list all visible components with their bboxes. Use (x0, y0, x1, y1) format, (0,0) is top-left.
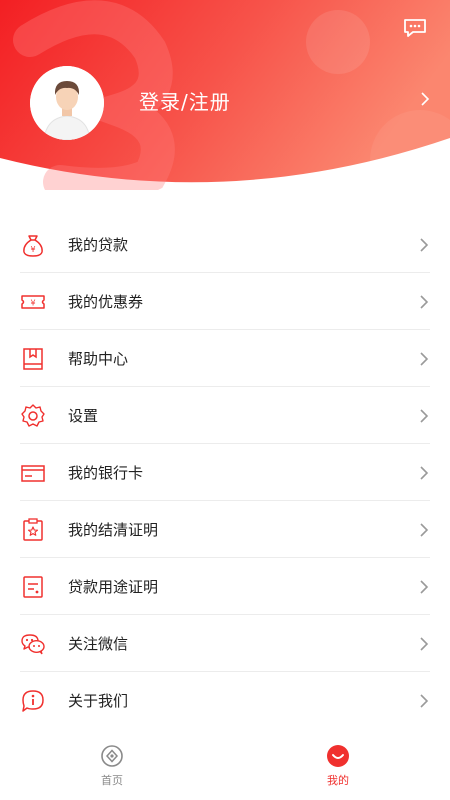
menu-item-follow-wechat[interactable]: 关注微信 (0, 615, 450, 672)
money-bag-icon: ¥ (23, 235, 43, 257)
smile-icon (327, 745, 349, 767)
chevron-right-icon (420, 409, 429, 423)
menu-item-settings[interactable]: 设置 (0, 387, 450, 444)
chevron-right-icon (420, 694, 429, 708)
chevron-right-icon (420, 352, 429, 366)
coupon-icon: ¥ (21, 295, 45, 309)
chat-bubble-icon (404, 19, 426, 37)
gear-icon (21, 404, 45, 427)
menu-item-my-coupons[interactable]: ¥ 我的优惠券 (0, 273, 450, 330)
chevron-right-icon (420, 295, 429, 309)
menu-item-about-us[interactable]: 关于我们 (0, 672, 450, 729)
menu-item-label: 我的贷款 (68, 236, 129, 254)
wechat-icon (21, 634, 45, 655)
avatar[interactable] (30, 66, 104, 140)
tab-home[interactable]: 首页 (72, 744, 152, 796)
menu-item-label: 我的优惠券 (68, 293, 144, 311)
menu-item-label: 关于我们 (68, 692, 129, 710)
default-avatar-icon (30, 66, 104, 140)
menu-item-label: 我的结清证明 (68, 521, 159, 539)
chevron-right-icon[interactable] (418, 90, 432, 108)
menu-item-label: 帮助中心 (68, 350, 129, 368)
info-icon (22, 690, 44, 712)
chevron-right-icon (420, 637, 429, 651)
message-button[interactable] (402, 16, 428, 40)
svg-text:¥: ¥ (30, 299, 35, 308)
menu-item-settlement-proof[interactable]: 我的结清证明 (0, 501, 450, 558)
chevron-right-icon (420, 238, 429, 252)
menu-list: ¥ 我的贷款 ¥ 我的优惠券 帮助中心 设置 我的银行卡 我的结清证明 贷款用途… (0, 216, 450, 729)
tab-mine[interactable]: 我的 (298, 744, 378, 796)
tab-mine-label: 我的 (327, 774, 349, 787)
svg-text:¥: ¥ (30, 245, 35, 254)
login-register-link[interactable]: 登录/注册 (139, 86, 231, 115)
home-icon (101, 745, 123, 767)
chevron-right-icon (420, 523, 429, 537)
menu-item-bank-cards[interactable]: 我的银行卡 (0, 444, 450, 501)
menu-item-label: 贷款用途证明 (68, 578, 159, 596)
menu-item-my-loans[interactable]: ¥ 我的贷款 (0, 216, 450, 273)
tab-home-label: 首页 (101, 774, 123, 787)
chevron-right-icon (420, 466, 429, 480)
help-book-icon (23, 348, 43, 370)
settlement-certificate-icon (23, 518, 43, 541)
bank-card-icon (21, 465, 45, 482)
profile-header: 登录/注册 (0, 0, 450, 190)
loan-purpose-document-icon (23, 576, 43, 598)
menu-item-label: 关注微信 (68, 635, 129, 653)
bottom-tab-bar: 首页 我的 (0, 736, 450, 800)
menu-item-help-center[interactable]: 帮助中心 (0, 330, 450, 387)
menu-item-loan-purpose-proof[interactable]: 贷款用途证明 (0, 558, 450, 615)
chevron-right-icon (420, 580, 429, 594)
menu-item-label: 设置 (68, 407, 99, 425)
menu-item-label: 我的银行卡 (68, 464, 144, 482)
